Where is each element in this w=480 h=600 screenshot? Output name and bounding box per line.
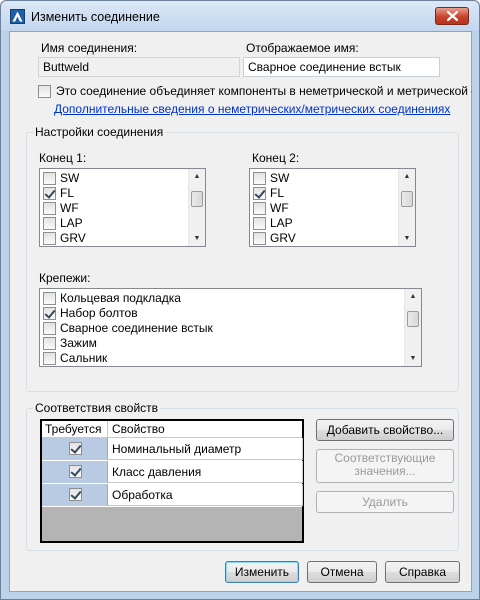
title-bar[interactable]: Изменить соединение — [1, 1, 479, 31]
table-row[interactable]: Класс давления — [42, 461, 303, 483]
fasteners-list[interactable]: Кольцевая подкладка Набор болтов Сварное… — [39, 288, 422, 367]
checkbox[interactable] — [253, 232, 266, 245]
checkbox[interactable] — [253, 187, 266, 200]
scroll-down-icon[interactable]: ▼ — [405, 351, 421, 366]
checkbox[interactable] — [43, 337, 56, 350]
edit-connection-dialog: Изменить соединение Имя соединения: Butt… — [0, 0, 480, 600]
required-checkbox[interactable] — [69, 465, 82, 478]
scroll-thumb[interactable] — [401, 191, 413, 207]
help-button[interactable]: Справка — [385, 561, 460, 583]
table-row[interactable]: Обработка — [42, 484, 303, 506]
cancel-button[interactable]: Отмена — [307, 561, 377, 583]
scroll-up-icon[interactable]: ▲ — [399, 169, 415, 184]
checkbox[interactable] — [43, 292, 56, 305]
mixed-units-label: Это соединение объединяет компоненты в н… — [56, 84, 472, 98]
mixed-units-info-link[interactable]: Дополнительные сведения о неметрических/… — [54, 102, 450, 116]
required-checkbox[interactable] — [69, 442, 82, 455]
end1-list[interactable]: SW FL WF LAP GRV ▲ ▼ — [39, 168, 206, 247]
scroll-thumb[interactable] — [191, 191, 203, 207]
grid-empty-area — [42, 507, 302, 541]
window-title: Изменить соединение — [31, 10, 160, 24]
property-mapping-group: Соответствия свойств Требуется Свойство … — [26, 401, 459, 551]
end2-label: Конец 2: — [252, 151, 300, 165]
display-name-label: Отображаемое имя: — [246, 41, 359, 55]
close-button[interactable] — [435, 7, 469, 25]
property-cell[interactable]: Класс давления — [109, 461, 303, 483]
property-grid[interactable]: Требуется Свойство Номинальный диаметр К… — [40, 419, 304, 543]
scroll-thumb[interactable] — [407, 311, 419, 327]
fasteners-scrollbar[interactable]: ▲ ▼ — [404, 289, 421, 366]
end2-list[interactable]: SW FL WF LAP GRV ▲ ▼ — [249, 168, 416, 247]
property-mapping-title: Соответствия свойств — [33, 401, 161, 415]
checkbox[interactable] — [43, 202, 56, 215]
column-property[interactable]: Свойство — [109, 421, 165, 438]
scroll-down-icon[interactable]: ▼ — [399, 231, 415, 246]
mixed-units-checkbox[interactable] — [38, 85, 51, 98]
checkbox[interactable] — [43, 172, 56, 185]
column-required[interactable]: Требуется — [42, 421, 108, 438]
required-checkbox[interactable] — [69, 488, 82, 501]
checkbox[interactable] — [253, 217, 266, 230]
connection-settings-title: Настройки соединения — [33, 125, 166, 139]
end1-scrollbar[interactable]: ▲ ▼ — [188, 169, 205, 246]
table-row[interactable]: Номинальный диаметр — [42, 438, 303, 460]
checkbox[interactable] — [253, 172, 266, 185]
checkbox[interactable] — [43, 352, 56, 365]
connection-name-field: Buttweld — [38, 57, 240, 77]
edit-button[interactable]: Изменить — [225, 561, 299, 583]
checkbox[interactable] — [253, 202, 266, 215]
scroll-down-icon[interactable]: ▼ — [189, 231, 205, 246]
end2-scrollbar[interactable]: ▲ ▼ — [398, 169, 415, 246]
matching-values-button[interactable]: Соответствующие значения... — [316, 449, 454, 483]
connection-name-label: Имя соединения: — [41, 41, 138, 55]
checkbox[interactable] — [43, 232, 56, 245]
connection-settings-group: Настройки соединения Конец 1: SW FL WF L… — [26, 125, 459, 392]
checkbox[interactable] — [43, 307, 56, 320]
grid-header: Требуется Свойство — [42, 421, 302, 438]
checkbox[interactable] — [43, 217, 56, 230]
end1-label: Конец 1: — [39, 151, 87, 165]
delete-button[interactable]: Удалить — [316, 491, 454, 513]
fasteners-label: Крепежи: — [39, 271, 91, 285]
dialog-body: Имя соединения: Buttweld Отображаемое им… — [9, 31, 472, 592]
add-property-button[interactable]: Добавить свойство... — [316, 419, 454, 441]
property-cell[interactable]: Номинальный диаметр — [109, 438, 303, 460]
checkbox[interactable] — [43, 187, 56, 200]
property-cell[interactable]: Обработка — [109, 484, 303, 506]
autocad-logo-icon — [10, 9, 25, 24]
scroll-up-icon[interactable]: ▲ — [189, 169, 205, 184]
display-name-input[interactable]: Сварное соединение встык — [243, 57, 440, 77]
scroll-up-icon[interactable]: ▲ — [405, 289, 421, 304]
checkbox[interactable] — [43, 322, 56, 335]
